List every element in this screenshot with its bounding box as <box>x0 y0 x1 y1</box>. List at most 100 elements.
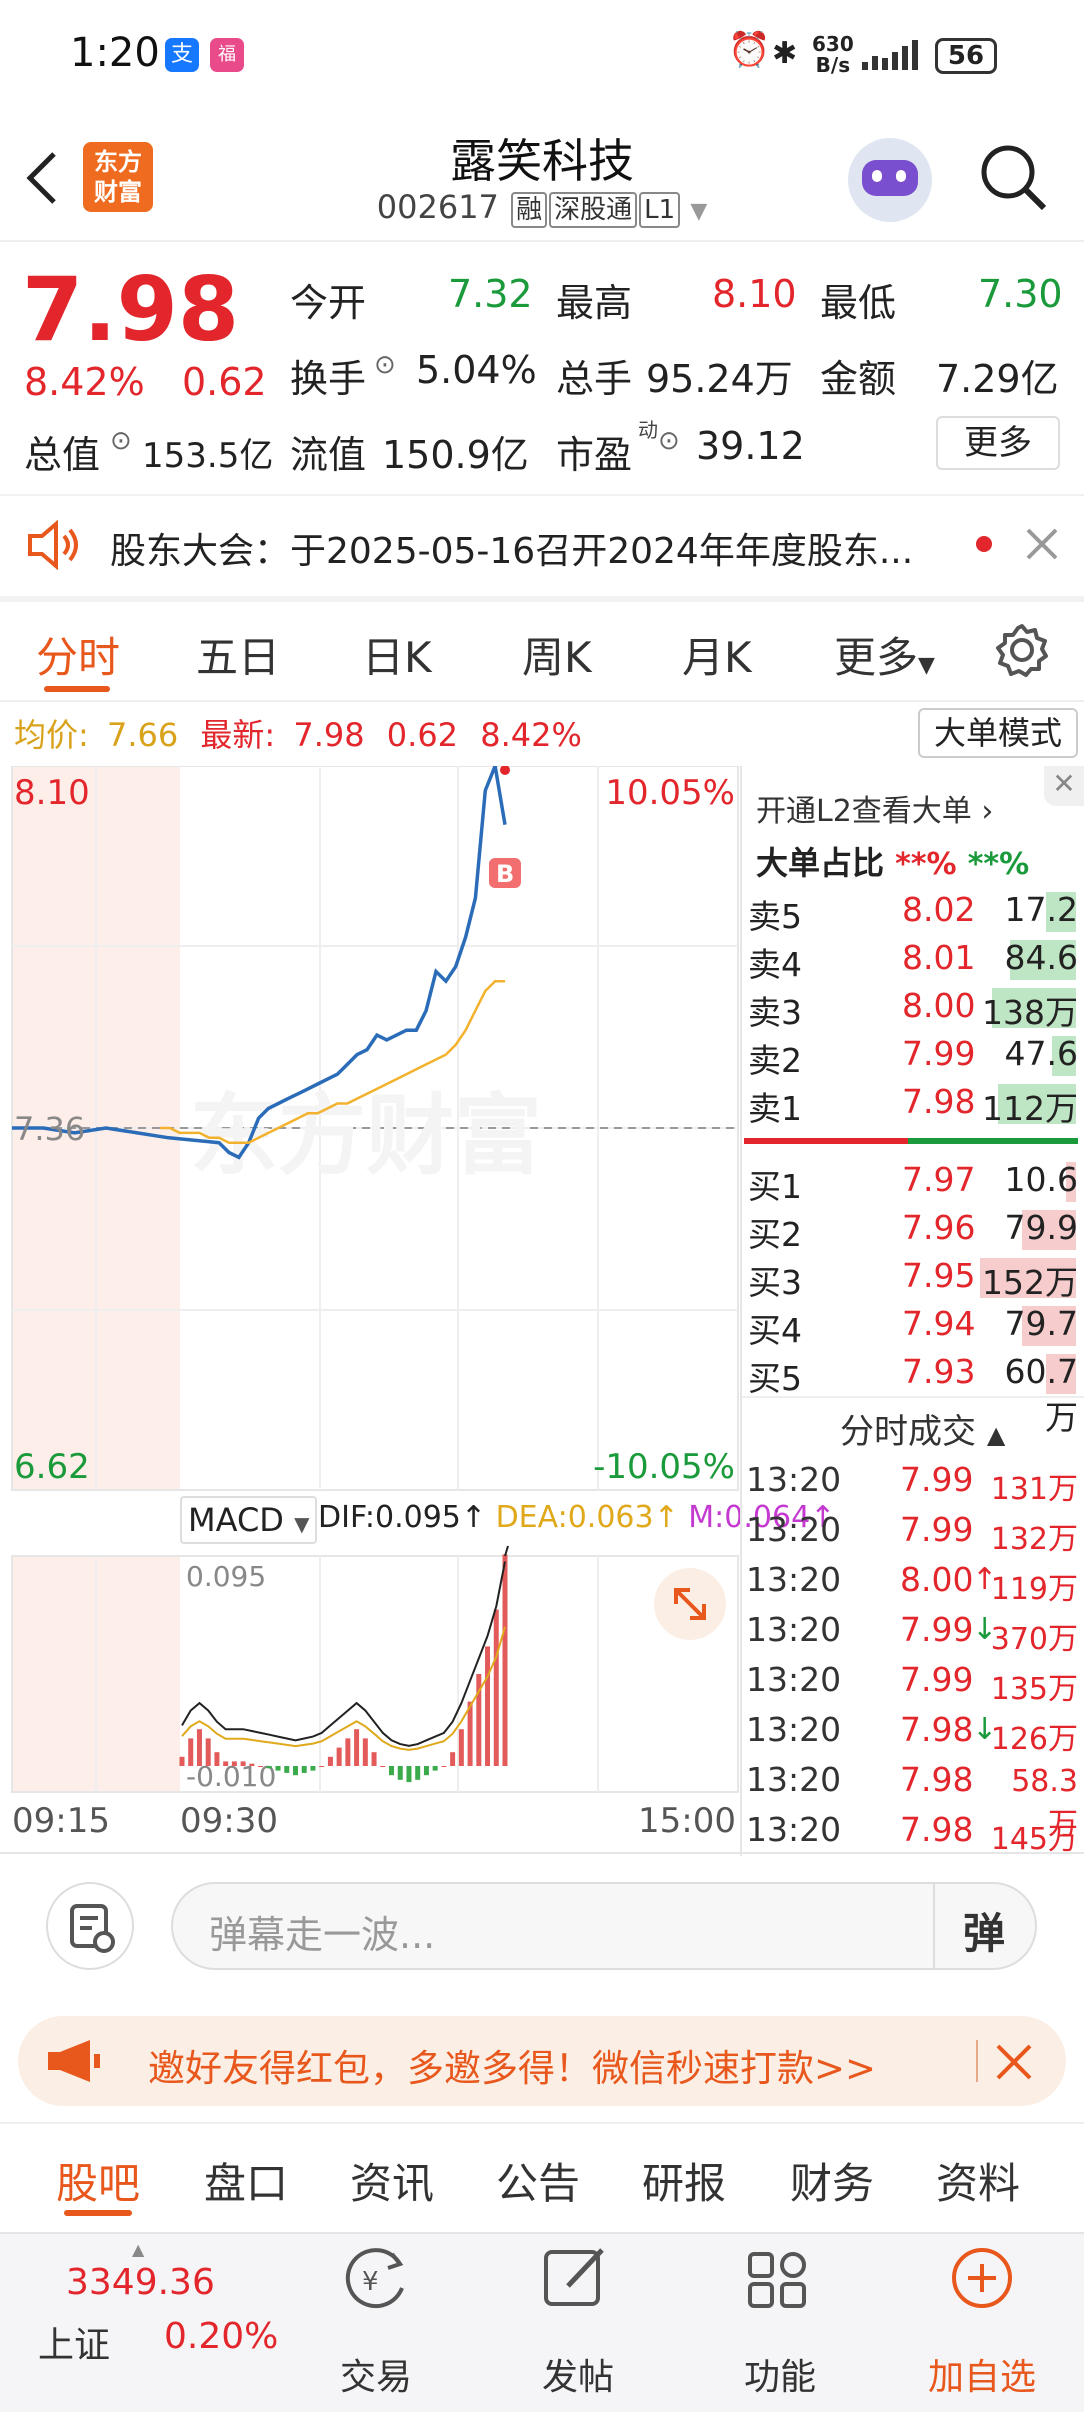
tab-indicator <box>44 686 110 692</box>
tag-margin: 融 <box>511 192 548 228</box>
macd-bar <box>432 1766 438 1771</box>
high-label: 最高 <box>556 281 633 325</box>
open-value: 7.32 <box>448 272 533 316</box>
bid-level-label: 买4 <box>748 1311 802 1350</box>
subtab-forum[interactable]: 股吧 <box>56 2150 140 2211</box>
trade-price: 7.99 <box>900 1610 974 1649</box>
divider <box>0 596 1084 602</box>
bid-price: 7.94 <box>902 1304 976 1343</box>
trade-price: 7.98 <box>900 1760 974 1799</box>
more-button[interactable]: 更多 <box>936 416 1060 470</box>
subtab-orderbook[interactable]: 盘口 <box>204 2150 288 2211</box>
close-icon[interactable] <box>1024 526 1060 562</box>
tab-five-day[interactable]: 五日 <box>196 624 280 685</box>
macd-bar <box>450 1752 456 1766</box>
alarm-icon: ⏰ <box>728 30 771 70</box>
gear-icon[interactable] <box>994 622 1050 678</box>
trade-price: 7.99 <box>900 1460 974 1499</box>
trade-time: 13:20 <box>746 1660 842 1699</box>
turnover-label: 换手 <box>290 357 367 401</box>
amount-label: 金额 <box>820 357 897 401</box>
nav-add-watchlist[interactable]: 加自选 <box>912 2348 1052 2400</box>
ask-level-label: 卖1 <box>748 1089 802 1128</box>
danmu-send-button[interactable]: 弹 <box>963 1900 1005 1961</box>
nav-trade[interactable]: 交易 <box>306 2348 446 2400</box>
close-icon[interactable] <box>994 2042 1034 2082</box>
ask-price: 8.02 <box>902 890 976 929</box>
trade-price: 7.98 <box>900 1810 974 1849</box>
nav-post[interactable]: 发帖 <box>508 2348 648 2400</box>
trade-time: 13:20 <box>746 1810 842 1849</box>
divider <box>742 1396 1084 1398</box>
big-ratio: 大单占比 **% **% <box>756 844 1030 882</box>
time-label: 09:15 <box>12 1801 110 1841</box>
expand-button[interactable] <box>654 1568 726 1640</box>
info-icon[interactable]: ⊙ <box>110 426 132 456</box>
tab-monthly-k[interactable]: 月K <box>682 624 752 685</box>
macd-bar <box>458 1729 464 1766</box>
notice-bar[interactable]: 股东大会：于2025-05-16召开2024年年度股东... <box>0 496 1084 594</box>
subtab-profile[interactable]: 资料 <box>936 2150 1020 2211</box>
stock-code: 002617 <box>376 188 499 226</box>
macd-bar <box>502 1554 508 1766</box>
info-icon[interactable]: ⊙ <box>374 350 396 380</box>
bid-volume: 152万 <box>982 1263 1078 1302</box>
nav-functions[interactable]: 功能 <box>710 2348 850 2400</box>
low-label: 最低 <box>820 281 897 325</box>
status-bar: 1:20 支 福 ⏰ ✱ 630 B/s 56 <box>0 0 1084 110</box>
macd-bar <box>336 1747 342 1766</box>
trades-title[interactable]: 分时成交 ▲ <box>840 1404 1005 1453</box>
close-icon[interactable]: ✕ <box>1044 766 1084 806</box>
macd-selector[interactable]: MACD ▼ <box>180 1496 318 1544</box>
ask-level-label: 卖5 <box>748 897 802 936</box>
subtab-finance[interactable]: 财务 <box>790 2150 874 2211</box>
index-value[interactable]: 3349.36 <box>66 2262 215 2303</box>
subtab-research[interactable]: 研报 <box>642 2150 726 2211</box>
big-order-mode-button[interactable]: 大单模式 <box>918 708 1078 758</box>
turnover-value: 5.04% <box>416 348 537 392</box>
post-icon[interactable] <box>540 2244 616 2314</box>
macd-bar <box>284 1766 290 1773</box>
index-name[interactable]: 上证 <box>38 2316 110 2368</box>
tab-weekly-k[interactable]: 周K <box>522 624 592 685</box>
info-icon[interactable]: ⊙ <box>658 426 680 456</box>
trade-icon[interactable]: ¥ <box>338 2244 418 2314</box>
divider <box>976 2040 978 2082</box>
trade-volume: 119万 <box>990 1572 1078 1607</box>
high-value: 8.10 <box>712 272 797 316</box>
ask-price: 7.98 <box>902 1082 976 1121</box>
tab-more[interactable]: 更多▼ <box>834 624 935 685</box>
ask-price: 8.00 <box>902 986 976 1025</box>
index-pct[interactable]: 0.20% <box>164 2316 278 2357</box>
apps-icon[interactable] <box>742 2244 818 2314</box>
macd-bar <box>371 1752 377 1766</box>
promo-banner[interactable]: 邀好友得红包，多邀多得！微信秒速打款>> <box>18 2016 1066 2106</box>
open-label: 今开 <box>290 281 367 325</box>
tab-intraday[interactable]: 分时 <box>36 624 120 685</box>
bid-price: 7.95 <box>902 1256 976 1295</box>
trade-volume: 370万 <box>990 1622 1078 1657</box>
search-icon[interactable] <box>978 142 1050 214</box>
y-label-mid: 7.36 <box>14 1110 85 1148</box>
subtab-news[interactable]: 资讯 <box>350 2150 434 2211</box>
macd-bar <box>179 1756 185 1766</box>
pe-sup: 动 <box>638 418 658 442</box>
intraday-chart[interactable]: 东方财富B8.107.366.6210.05%-10.05%0.095-0.01… <box>0 766 740 1856</box>
assistant-avatar[interactable] <box>848 138 932 222</box>
macd-bar <box>205 1738 211 1766</box>
macd-bar <box>258 1766 264 1767</box>
l2-link[interactable]: 开通L2查看大单 › <box>756 786 993 830</box>
y-label-bottom: 6.62 <box>14 1447 90 1487</box>
trade-time: 13:20 <box>746 1460 842 1499</box>
danmu-input[interactable]: 弹幕走一波... 弹 <box>171 1882 1037 1970</box>
current-price: 7.98 <box>22 258 240 361</box>
tab-daily-k[interactable]: 日K <box>362 624 432 685</box>
net-speed: 630 B/s <box>812 32 854 77</box>
add-watch-icon[interactable] <box>944 2244 1020 2314</box>
subtab-announcements[interactable]: 公告 <box>496 2150 580 2211</box>
macd-bar <box>240 1761 246 1766</box>
macd-bar <box>380 1766 386 1767</box>
bid-level-label: 买3 <box>748 1263 802 1302</box>
macd-bar <box>249 1763 255 1766</box>
danmu-settings-button[interactable] <box>46 1882 134 1970</box>
